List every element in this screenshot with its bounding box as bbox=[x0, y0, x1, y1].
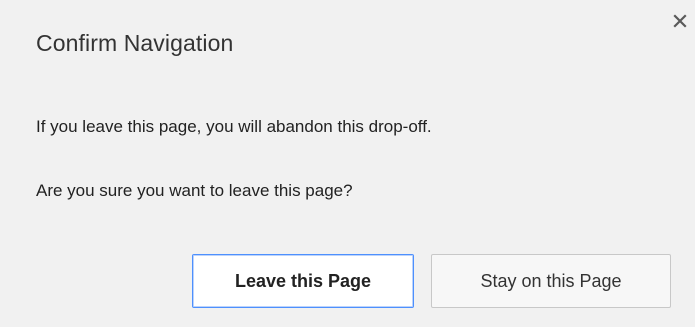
close-button[interactable] bbox=[671, 13, 689, 33]
dialog-message-question: Are you sure you want to leave this page… bbox=[36, 181, 353, 200]
close-icon bbox=[673, 13, 687, 33]
leave-page-button[interactable]: Leave this Page bbox=[192, 254, 414, 308]
dialog-message-warning: If you leave this page, you will abandon… bbox=[36, 117, 432, 136]
stay-on-page-button[interactable]: Stay on this Page bbox=[431, 254, 671, 308]
dialog-title: Confirm Navigation bbox=[36, 30, 234, 56]
confirm-navigation-dialog: Confirm Navigation If you leave this pag… bbox=[0, 0, 695, 327]
